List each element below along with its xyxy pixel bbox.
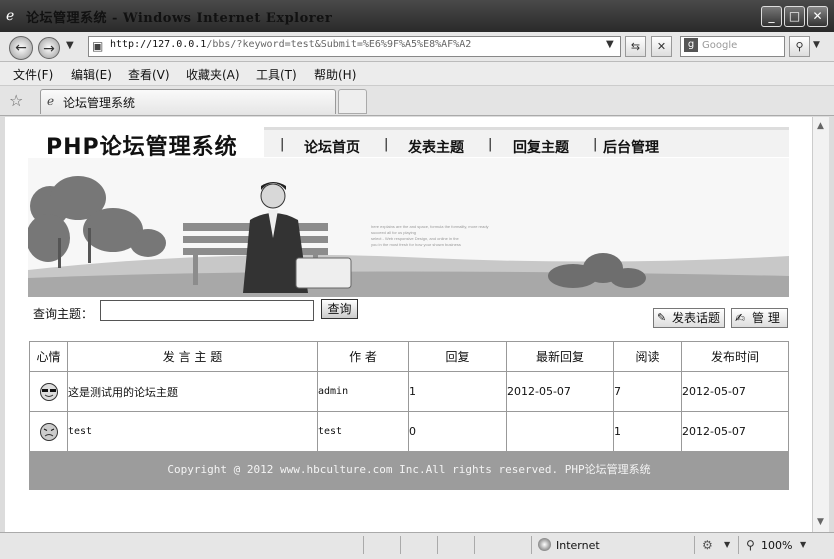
search-topic-input[interactable] (100, 300, 314, 321)
search-topic-button[interactable]: 查询 (321, 299, 358, 319)
url-host: http://127.0.0.1 (110, 39, 207, 50)
topic-author: test (317, 411, 409, 452)
protected-mode-icon[interactable]: ⚙ (702, 538, 713, 552)
nav-separator: | (593, 137, 598, 152)
google-icon: g (684, 38, 698, 52)
compatibility-view-icon[interactable]: ⇆ (625, 36, 646, 57)
url-text: http://127.0.0.1/bbs/?keyword=test&Submi… (110, 39, 471, 50)
favorites-star-icon[interactable]: ☆ (9, 91, 23, 110)
banner-text-line: you in the most fresh for how your shown… (371, 242, 461, 247)
banner-text-line: succeed all for us playing (371, 230, 416, 235)
back-button[interactable]: ← (9, 36, 33, 60)
menu-favorites[interactable]: 收藏夹(A) (186, 66, 240, 83)
zoom-icon[interactable]: ⚲ (746, 538, 755, 552)
maximize-button[interactable]: □ (784, 6, 805, 27)
col-replies: 回复 (408, 341, 507, 372)
angry-face-icon (39, 422, 58, 441)
menu-file[interactable]: 文件(F) (13, 66, 53, 83)
banner-text-line: here explains are the and space, formula… (371, 224, 489, 229)
site-footer: Copyright @ 2012 www.hbculture.com Inc.A… (29, 451, 789, 490)
topic-last-reply (506, 411, 614, 452)
protected-mode-dropdown-icon[interactable]: ▼ (724, 540, 730, 549)
site-logo: PHP论坛管理系统 (46, 135, 238, 160)
col-subject: 发 言 主 题 (67, 341, 318, 372)
menu-bar (0, 62, 834, 86)
page-icon: ▣ (92, 39, 104, 53)
nav-post-topic-link[interactable]: 发表主题 (408, 137, 464, 157)
minimize-button[interactable]: _ (761, 6, 782, 27)
status-divider (437, 536, 438, 554)
col-last-reply: 最新回复 (506, 341, 614, 372)
forward-button[interactable]: → (38, 37, 60, 59)
globe-icon (538, 538, 551, 551)
status-divider (738, 536, 739, 554)
security-zone[interactable]: Internet (556, 539, 600, 552)
stop-icon[interactable]: ✕ (651, 36, 672, 57)
nav-reply-topic-link[interactable]: 回复主题 (513, 137, 569, 157)
tab-title: 论坛管理系统 (63, 96, 136, 110)
scroll-down-icon[interactable]: ▼ (813, 515, 828, 530)
zoom-level[interactable]: 100% (761, 539, 792, 552)
menu-tools[interactable]: 工具(T) (256, 66, 297, 83)
nav-separator: | (384, 137, 389, 152)
topic-reads: 1 (613, 411, 682, 452)
status-divider (694, 536, 695, 554)
vertical-scrollbar[interactable]: ▲ ▼ (812, 117, 829, 532)
mood-cell (29, 411, 68, 452)
edit-doc-icon: ✍ (735, 311, 746, 325)
banner-illustration: here explains are the and space, formula… (28, 158, 789, 297)
nav-separator: | (488, 137, 493, 152)
topic-last-reply: 2012-05-07 (506, 371, 614, 412)
table-header-row: 心情 发 言 主 题 作 者 回复 最新回复 阅读 发布时间 (29, 341, 789, 372)
topic-subject-link[interactable]: 这是测试用的论坛主题 (67, 371, 318, 412)
banner-text-line: select - Web responsive Design, and onli… (371, 236, 460, 241)
topic-reads: 7 (613, 371, 682, 412)
menu-view[interactable]: 查看(V) (128, 66, 170, 83)
topic-published: 2012-05-07 (681, 371, 789, 412)
search-topic-label: 查询主题： (33, 307, 94, 321)
menu-help[interactable]: 帮助(H) (314, 66, 356, 83)
manage-button-label: 管 理 (752, 311, 780, 325)
status-divider (400, 536, 401, 554)
search-options-dropdown-icon[interactable]: ▼ (813, 40, 820, 50)
zoom-dropdown-icon[interactable]: ▼ (800, 540, 806, 549)
topic-author: admin (317, 371, 409, 412)
topic-replies: 1 (408, 371, 507, 412)
status-divider (474, 536, 475, 554)
banner-image: here explains are the and space, formula… (28, 158, 789, 297)
close-button[interactable]: ✕ (807, 6, 828, 27)
cool-face-icon (39, 382, 58, 401)
col-published: 发布时间 (681, 341, 789, 372)
recent-pages-dropdown-icon[interactable]: ▼ (66, 40, 74, 51)
nav-admin-link[interactable]: 后台管理 (603, 137, 659, 157)
post-topic-button[interactable]: ✎ 发表话题 (653, 308, 725, 328)
ie-logo-icon: ℯ (6, 8, 15, 24)
post-topic-button-label: 发表话题 (672, 311, 721, 325)
topic-replies: 0 (408, 411, 507, 452)
search-placeholder: Google (702, 40, 738, 51)
nav-home-link[interactable]: 论坛首页 (304, 137, 360, 157)
menu-edit[interactable]: 编辑(E) (71, 66, 112, 83)
tab-ie-icon: ℯ (47, 94, 55, 108)
topic-published: 2012-05-07 (681, 411, 789, 452)
nav-separator: | (280, 137, 285, 152)
topic-subject-link[interactable]: test (67, 411, 318, 452)
topics-table: 心情 发 言 主 题 作 者 回复 最新回复 阅读 发布时间 这是测试用的论坛主… (29, 341, 789, 452)
status-divider (363, 536, 364, 554)
col-author: 作 者 (317, 341, 409, 372)
search-icon[interactable]: ⚲ (789, 36, 810, 57)
url-path: /bbs/?keyword=test&Submit=%E6%9F%A5%E8%A… (206, 39, 472, 50)
new-tab-button[interactable] (338, 89, 367, 114)
address-dropdown-icon[interactable]: ▼ (606, 39, 614, 50)
mood-cell (29, 371, 68, 412)
window-title: 论坛管理系统 - Windows Internet Explorer (26, 11, 333, 26)
scroll-up-icon[interactable]: ▲ (813, 119, 828, 134)
manage-button[interactable]: ✍ 管 理 (731, 308, 788, 328)
table-row: 这是测试用的论坛主题 admin 1 2012-05-07 7 2012-05-… (29, 371, 789, 412)
pencil-icon: ✎ (657, 311, 667, 324)
status-divider (531, 536, 532, 554)
col-mood: 心情 (29, 341, 68, 372)
table-row: test test 0 1 2012-05-07 (29, 411, 789, 452)
col-reads: 阅读 (613, 341, 682, 372)
